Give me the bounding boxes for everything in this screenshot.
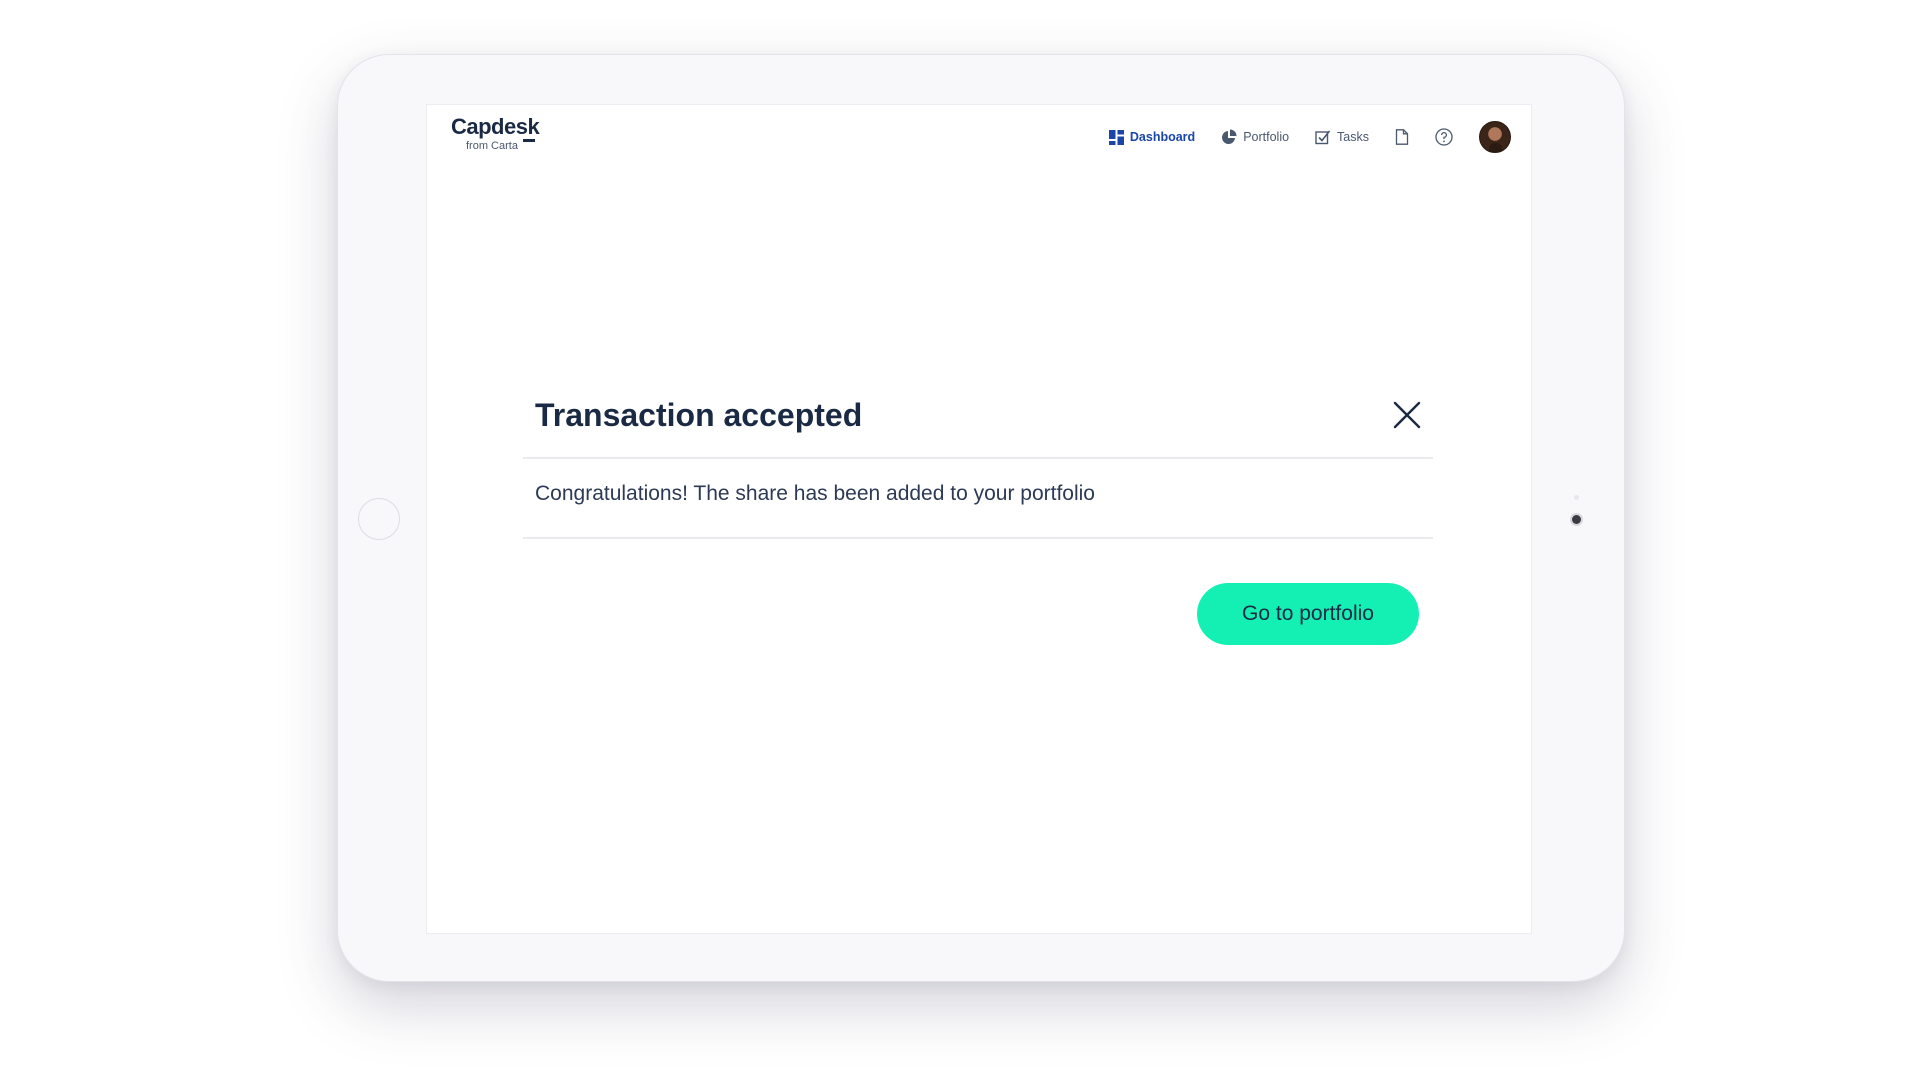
help-button[interactable] [1435, 128, 1453, 146]
capdesk-logo[interactable]: Capdesk from Carta [451, 114, 540, 153]
nav-label-portfolio: Portfolio [1243, 130, 1290, 144]
close-icon [1393, 401, 1421, 429]
tablet-frame: Capdesk from Carta Dashboard Portfolio T… [337, 54, 1625, 982]
nav-label-tasks: Tasks [1337, 130, 1369, 144]
document-icon [1395, 129, 1409, 145]
checkbox-icon [1315, 130, 1331, 145]
nav-label-dashboard: Dashboard [1129, 130, 1196, 144]
dialog-header-divider [523, 457, 1433, 459]
top-navigation: Dashboard Portfolio Tasks [1083, 121, 1511, 153]
tablet-home-button [358, 498, 400, 540]
dialog-body-divider [523, 537, 1433, 539]
go-to-portfolio-button[interactable]: Go to portfolio [1197, 583, 1419, 645]
user-avatar[interactable] [1479, 121, 1511, 153]
nav-item-dashboard[interactable]: Dashboard [1108, 129, 1196, 145]
tablet-sensor [1574, 495, 1579, 500]
dialog-message: Congratulations! The share has been adde… [535, 482, 1095, 505]
dashboard-grid-icon [1108, 129, 1124, 145]
help-circle-icon [1435, 128, 1453, 146]
logo-underline-mark [523, 139, 535, 142]
tablet-camera [1572, 515, 1581, 524]
documents-button[interactable] [1395, 129, 1409, 145]
app-screen: Capdesk from Carta Dashboard Portfolio T… [426, 104, 1532, 934]
nav-item-tasks[interactable]: Tasks [1315, 129, 1369, 145]
dialog-title: Transaction accepted [535, 397, 863, 433]
nav-item-portfolio[interactable]: Portfolio [1221, 129, 1289, 145]
close-button[interactable] [1389, 397, 1425, 433]
pie-chart-icon [1222, 129, 1237, 144]
brand-name: Capdesk [451, 114, 540, 139]
